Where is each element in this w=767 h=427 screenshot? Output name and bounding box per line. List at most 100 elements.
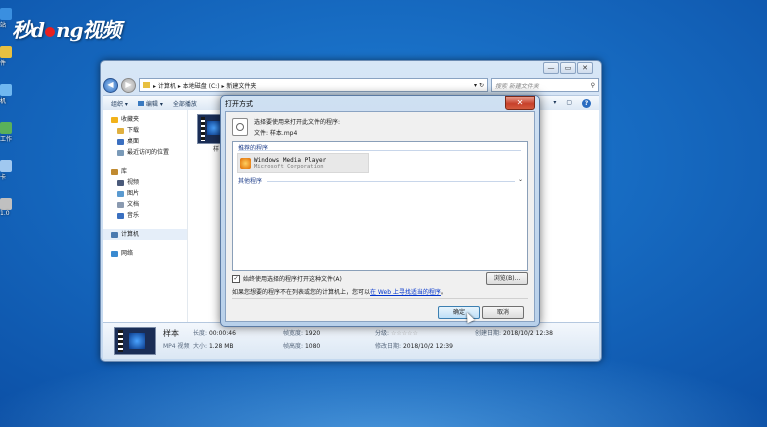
preview-pane-button[interactable]: ▢ bbox=[566, 99, 572, 108]
details-file-type: MP4 视频 bbox=[163, 343, 190, 350]
music-library-icon bbox=[117, 212, 124, 219]
navigation-pane: 收藏夹下载桌面最近访问的位置库视频图片文档音乐计算机网络 bbox=[103, 110, 188, 323]
shortcut-label: 卡 bbox=[0, 174, 7, 181]
organize-button[interactable]: 组织 ▾ bbox=[111, 99, 128, 108]
nav-item[interactable]: 视频 bbox=[103, 177, 187, 188]
recent-places-icon bbox=[117, 149, 124, 156]
play-all-button[interactable]: 全部播放 bbox=[173, 99, 197, 108]
address-path: ▸ 计算机 ▸ 本地磁盘 (C:) ▸ 新建文件夹 bbox=[153, 82, 257, 90]
dialog-prompt: 选择要使用来打开此文件的程序: bbox=[254, 119, 341, 126]
desktop-shortcut[interactable]: 卡 bbox=[0, 160, 14, 181]
nav-item[interactable]: 音乐 bbox=[103, 210, 187, 221]
program-publisher: Microsoft Corporation bbox=[254, 163, 324, 170]
nav-item-label: 下载 bbox=[127, 127, 140, 134]
nav-item[interactable]: 文档 bbox=[103, 199, 187, 210]
always-use-checkbox[interactable]: ✓ 始终使用选择的程序打开这种文件(A) bbox=[232, 274, 342, 283]
browse-button[interactable]: 浏览(B)... bbox=[486, 272, 528, 285]
download-folder-icon bbox=[117, 127, 124, 134]
details-length: 长度: 00:00:46 bbox=[193, 330, 236, 337]
star-icon bbox=[111, 116, 118, 123]
address-bar[interactable]: ▸ 计算机 ▸ 本地磁盘 (C:) ▸ 新建文件夹 ▾ ↻ bbox=[139, 78, 488, 92]
shortcut-label: 件 bbox=[0, 60, 7, 67]
dialog-body: 选择要使用来打开此文件的程序: 文件: 样本.mp4 推荐的程序 Windows… bbox=[225, 111, 535, 322]
nav-item-label: 计算机 bbox=[121, 231, 140, 238]
nav-item[interactable]: 库 bbox=[103, 166, 187, 177]
refresh-icon[interactable]: ▾ ↻ bbox=[474, 82, 484, 89]
views-button[interactable]: ▾ bbox=[553, 99, 556, 108]
nav-item-label: 网络 bbox=[121, 250, 134, 257]
nav-item[interactable]: 网络 bbox=[103, 248, 187, 259]
window-controls: — ▭ ✕ bbox=[543, 62, 593, 74]
shortcut-label: 1.0 bbox=[0, 210, 10, 217]
logo-dot bbox=[44, 26, 55, 37]
desktop-shortcut[interactable]: 1.0 bbox=[0, 198, 14, 217]
brand-logo: 秒d ng视频 bbox=[12, 18, 122, 42]
dialog-title: 打开方式 bbox=[225, 100, 253, 108]
shortcut-icon bbox=[0, 122, 12, 134]
edit-button[interactable]: 编辑 ▾ bbox=[137, 99, 163, 108]
media-player-icon bbox=[240, 157, 251, 169]
details-created: 创建日期: 2018/10/2 12:38 bbox=[475, 330, 553, 337]
nav-item-label: 收藏夹 bbox=[121, 116, 140, 123]
find-program-web-link[interactable]: 在 Web 上寻找适当的程序 bbox=[370, 289, 441, 296]
program-name: Windows Media Player bbox=[254, 156, 327, 164]
nav-item[interactable]: 桌面 bbox=[103, 136, 187, 147]
nav-item[interactable]: 计算机 bbox=[103, 229, 187, 240]
rating-stars-icon: ☆☆☆☆☆ bbox=[390, 330, 418, 337]
details-rating: 分级: ☆☆☆☆☆ bbox=[375, 330, 418, 337]
shortcut-icon bbox=[0, 160, 12, 172]
cancel-button[interactable]: 取消 bbox=[482, 306, 524, 319]
nav-item[interactable]: 下载 bbox=[103, 125, 187, 136]
checkbox-check-icon: ✓ bbox=[232, 274, 240, 283]
computer-icon bbox=[111, 231, 118, 238]
shortcut-icon bbox=[0, 84, 12, 96]
details-size: 大小: 1.28 MB bbox=[193, 343, 234, 350]
details-frame-width: 帧宽度: 1920 bbox=[283, 330, 321, 337]
nav-item-label: 音乐 bbox=[127, 212, 140, 219]
nav-item-label: 桌面 bbox=[127, 138, 140, 145]
nav-item[interactable]: 图片 bbox=[103, 188, 187, 199]
library-icon bbox=[111, 168, 118, 175]
minimize-button[interactable]: — bbox=[543, 62, 559, 74]
details-file-name: 样本 bbox=[163, 329, 179, 338]
forward-button[interactable]: ▶ bbox=[121, 77, 136, 93]
chevron-down-icon[interactable]: ⌄ bbox=[518, 176, 523, 183]
nav-item-label: 视频 bbox=[127, 179, 140, 186]
file-name-label: 样 bbox=[213, 146, 220, 153]
nav-item-label: 库 bbox=[121, 168, 128, 175]
details-frame-height: 帧高度: 1080 bbox=[283, 343, 321, 350]
help-icon[interactable]: ? bbox=[582, 98, 591, 108]
details-pane: 样本 MP4 视频 长度: 00:00:46 大小: 1.28 MB 帧宽度: … bbox=[103, 322, 599, 359]
desktop-shortcut[interactable]: 机 bbox=[0, 84, 14, 105]
edit-icon bbox=[137, 100, 144, 106]
close-button[interactable]: ✕ bbox=[577, 62, 593, 74]
folder-icon bbox=[143, 82, 150, 88]
shortcut-icon bbox=[0, 198, 12, 210]
desktop-shortcut[interactable]: 工作 bbox=[0, 122, 14, 143]
search-input[interactable]: 搜索 新建文件夹 ⚲ bbox=[491, 78, 599, 92]
details-thumbnail bbox=[114, 327, 156, 355]
search-icon: ⚲ bbox=[590, 81, 595, 89]
video-library-icon bbox=[117, 179, 124, 186]
windows-media-player-item[interactable]: Windows Media Player Microsoft Corporati… bbox=[237, 153, 369, 173]
shortcut-label: 工作 bbox=[0, 136, 13, 143]
back-button[interactable]: ◀ bbox=[103, 77, 118, 93]
address-bar-row: ◀ ▶ ▸ 计算机 ▸ 本地磁盘 (C:) ▸ 新建文件夹 ▾ ↻ 搜索 新建文… bbox=[103, 77, 599, 93]
maximize-button[interactable]: ▭ bbox=[560, 62, 576, 74]
desktop-icon bbox=[117, 138, 124, 145]
nav-item-label: 文档 bbox=[127, 201, 140, 208]
network-icon bbox=[111, 250, 118, 257]
shortcut-icon bbox=[0, 8, 12, 20]
other-programs-header[interactable]: 其他程序 bbox=[238, 176, 262, 185]
desktop-shortcut[interactable]: 站 bbox=[0, 8, 14, 29]
nav-item[interactable]: 收藏夹 bbox=[103, 114, 187, 125]
details-modified: 修改日期: 2018/10/2 12:39 bbox=[375, 343, 453, 350]
pictures-library-icon bbox=[117, 190, 124, 197]
documents-library-icon bbox=[117, 201, 124, 208]
nav-item[interactable]: 最近访问的位置 bbox=[103, 147, 187, 158]
dialog-close-button[interactable]: ✕ bbox=[505, 96, 535, 110]
program-list: 推荐的程序 Windows Media Player Microsoft Cor… bbox=[232, 141, 528, 271]
nav-item-label: 最近访问的位置 bbox=[127, 149, 170, 156]
desktop-shortcut[interactable]: 件 bbox=[0, 46, 14, 67]
dialog-file-name: 文件: 样本.mp4 bbox=[254, 130, 298, 137]
